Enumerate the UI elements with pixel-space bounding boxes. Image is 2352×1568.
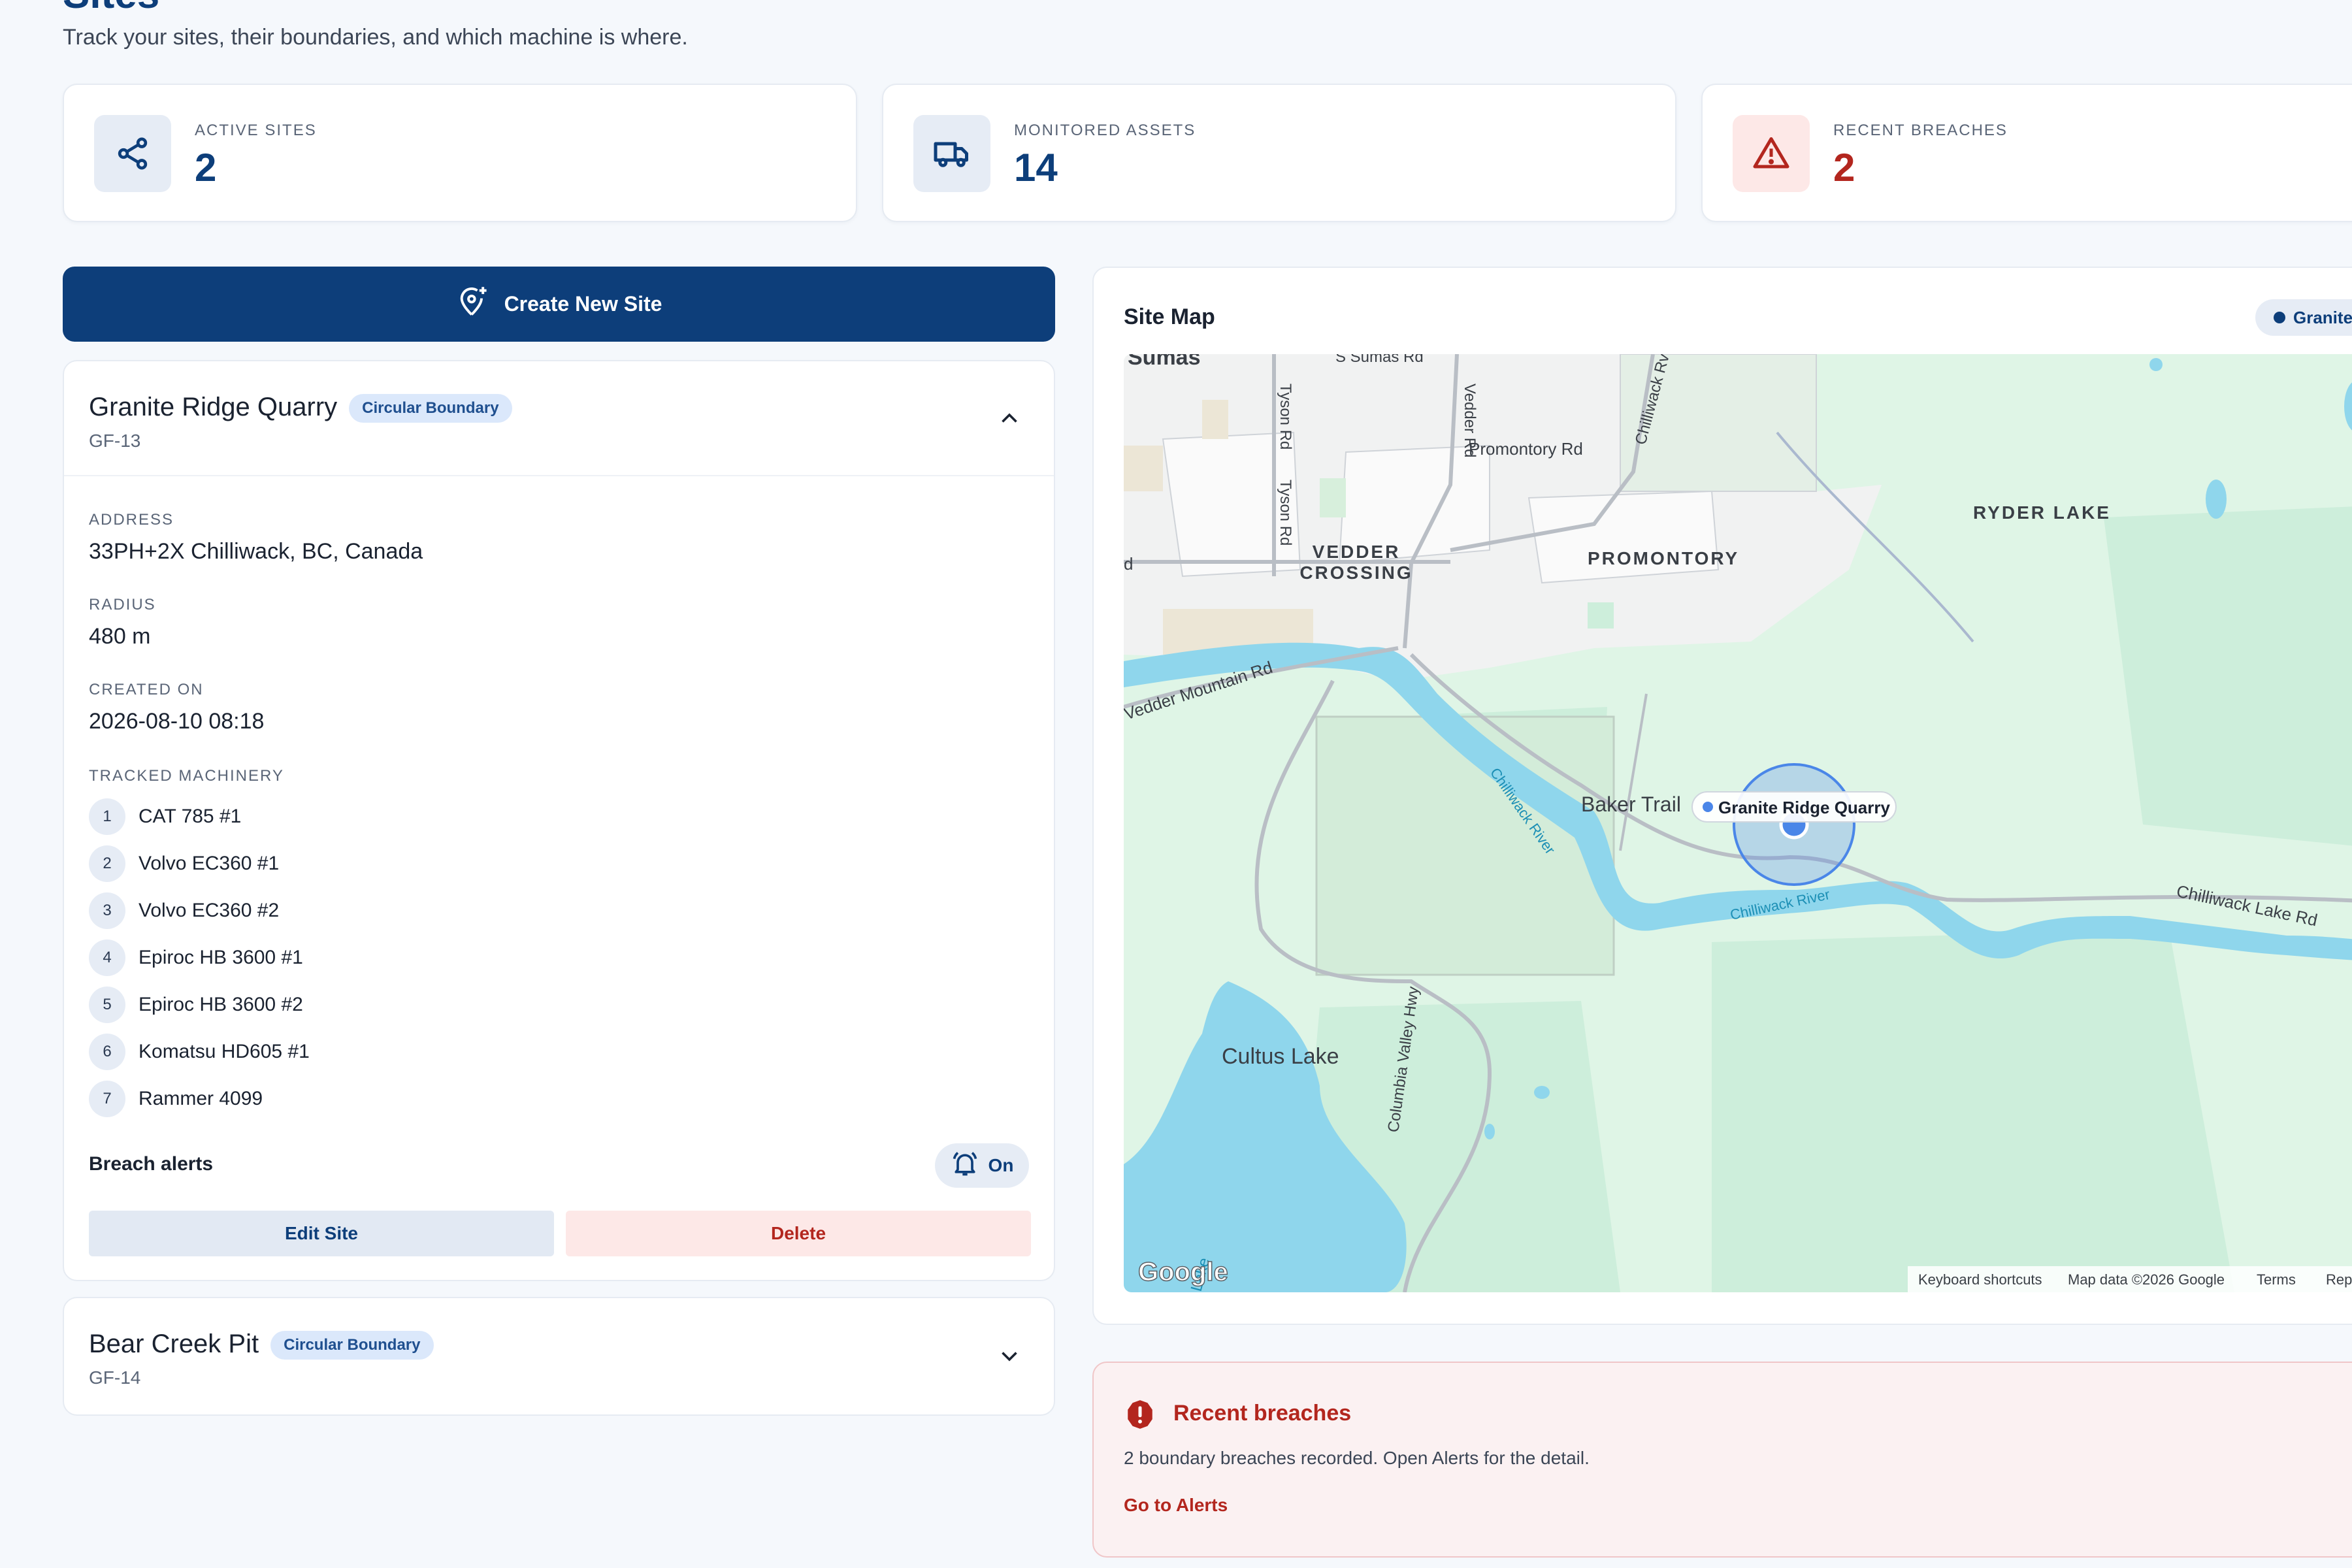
machinery-name: Rammer 4099 bbox=[139, 1088, 263, 1109]
site-dot-icon bbox=[2274, 312, 2285, 323]
site-card-bear-creek: Bear Creek Pit Circular Boundary GF-14 bbox=[63, 1297, 1055, 1416]
machinery-number: 4 bbox=[89, 939, 125, 976]
map-label-ryder-lake: RYDER LAKE bbox=[1973, 502, 2111, 523]
tracked-machinery-label: TRACKED MACHINERY bbox=[89, 767, 284, 785]
recent-breaches-text: 2 boundary breaches recorded. Open Alert… bbox=[1124, 1448, 1590, 1468]
edit-site-button[interactable]: Edit Site bbox=[89, 1211, 554, 1256]
machinery-name: Epiroc HB 3600 #2 bbox=[139, 994, 303, 1015]
stat-value: 14 bbox=[1014, 146, 1058, 189]
map-keyboard-shortcuts: Keyboard shortcuts bbox=[1918, 1271, 2042, 1288]
map-label-vedder-rd: Vedder Rd bbox=[1461, 384, 1478, 457]
network-icon bbox=[94, 115, 171, 192]
machinery-item: 1 CAT 785 #1 bbox=[89, 798, 241, 835]
map-marker-label: Granite Ridge Quarry bbox=[1691, 791, 1897, 823]
machinery-number: 6 bbox=[89, 1034, 125, 1070]
site-name-text: Bear Creek Pit bbox=[89, 1330, 259, 1358]
machinery-name: Epiroc HB 3600 #1 bbox=[139, 947, 303, 968]
machinery-item: 2 Volvo EC360 #1 bbox=[89, 845, 279, 882]
create-site-label: Create New Site bbox=[504, 292, 662, 316]
map-label-cultus-lake: Cultus Lake bbox=[1222, 1044, 1339, 1069]
site-name: Granite Ridge Quarry Circular Boundary bbox=[89, 393, 512, 423]
map-label-vedder-crossing-2: CROSSING bbox=[1299, 563, 1413, 583]
map-label-sumas: Sumas bbox=[1128, 354, 1201, 370]
create-site-button[interactable]: Create New Site bbox=[63, 267, 1055, 342]
stat-card-active-sites: ACTIVE SITES 2 bbox=[63, 84, 857, 222]
page-subtitle: Track your sites, their boundaries, and … bbox=[63, 25, 688, 50]
stat-value: 2 bbox=[195, 146, 217, 189]
machinery-name: CAT 785 #1 bbox=[139, 806, 242, 827]
delete-site-button[interactable]: Delete bbox=[566, 1211, 1031, 1256]
map-terms-link: Terms bbox=[2257, 1271, 2296, 1288]
boundary-type-chip: Circular Boundary bbox=[349, 394, 512, 423]
stat-label: RECENT BREACHES bbox=[1833, 122, 2008, 139]
machinery-number: 7 bbox=[89, 1081, 125, 1117]
map-data-credit: Map data ©2026 Google bbox=[2068, 1271, 2225, 1288]
machinery-item: 6 Komatsu HD605 #1 bbox=[89, 1034, 310, 1070]
machinery-name: Volvo EC360 #2 bbox=[139, 900, 280, 921]
site-name-text: Granite Ridge Quarry bbox=[89, 393, 338, 421]
site-card-header[interactable]: Granite Ridge Quarry Circular Boundary GF… bbox=[64, 361, 1054, 476]
site-code: GF-13 bbox=[89, 431, 141, 451]
truck-icon bbox=[913, 115, 990, 192]
go-to-alerts-link[interactable]: Go to Alerts bbox=[1124, 1495, 1228, 1516]
address-value: 33PH+2X Chilliwack, BC, Canada bbox=[89, 539, 423, 564]
site-name: Bear Creek Pit Circular Boundary bbox=[89, 1330, 434, 1360]
map-label-vedder-crossing-1: VEDDER bbox=[1313, 542, 1401, 562]
map-canvas[interactable]: Sumas S Sumas Rd d Promontory Rd VEDDER … bbox=[1124, 354, 2352, 1292]
recent-breaches-title: Recent breaches bbox=[1173, 1401, 1352, 1426]
map-label-tyson-rd-a: Tyson Rd bbox=[1277, 384, 1294, 449]
machinery-name: Volvo EC360 #1 bbox=[139, 853, 280, 874]
site-card-granite-ridge: Granite Ridge Quarry Circular Boundary GF… bbox=[63, 360, 1055, 1281]
breach-alerts-state: On bbox=[988, 1155, 1014, 1175]
machinery-number: 2 bbox=[89, 845, 125, 882]
map-label-s-sumas-rd: S Sumas Rd bbox=[1335, 354, 1424, 366]
map-label-tyson-rd-b: Tyson Rd bbox=[1277, 480, 1294, 546]
sites-page: Sites Track your sites, their boundaries… bbox=[0, 0, 2352, 1568]
map-site-pill-label: Granite bbox=[2293, 307, 2352, 327]
map-title: Site Map bbox=[1124, 304, 1215, 329]
machinery-number: 1 bbox=[89, 798, 125, 835]
alert-circle-icon bbox=[1124, 1398, 1156, 1434]
stat-label: MONITORED ASSETS bbox=[1014, 122, 1196, 139]
machinery-item: 5 Epiroc HB 3600 #2 bbox=[89, 987, 303, 1023]
stat-label: ACTIVE SITES bbox=[195, 122, 317, 139]
site-card-header[interactable]: Bear Creek Pit Circular Boundary GF-14 bbox=[64, 1298, 1054, 1413]
map-label-promontory: PROMONTORY bbox=[1588, 548, 1739, 568]
boundary-type-chip: Circular Boundary bbox=[270, 1331, 434, 1360]
map-site-pill[interactable]: Granite bbox=[2255, 299, 2352, 336]
machinery-number: 3 bbox=[89, 892, 125, 929]
warning-icon bbox=[1733, 115, 1810, 192]
chevron-up-icon[interactable] bbox=[995, 404, 1024, 433]
stat-card-monitored-assets: MONITORED ASSETS 14 bbox=[882, 84, 1676, 222]
machinery-item: 7 Rammer 4099 bbox=[89, 1081, 263, 1117]
map-label-d: d bbox=[1124, 554, 1133, 574]
radius-label: RADIUS bbox=[89, 596, 156, 613]
google-logo: Google bbox=[1138, 1258, 1228, 1286]
map-report-link: Rep bbox=[2326, 1271, 2352, 1288]
created-value: 2026-08-10 08:18 bbox=[89, 709, 265, 734]
breach-alerts-label: Breach alerts bbox=[89, 1153, 214, 1175]
map-label-baker-trail: Baker Trail bbox=[1581, 792, 1681, 816]
radius-value: 480 m bbox=[89, 624, 151, 649]
add-location-icon bbox=[456, 285, 490, 324]
site-map-card: Site Map Granite Sumas S Sumas Rd d Prom… bbox=[1092, 267, 2352, 1325]
bell-ring-icon bbox=[951, 1149, 979, 1183]
chevron-down-icon[interactable] bbox=[995, 1341, 1024, 1370]
machinery-item: 4 Epiroc HB 3600 #1 bbox=[89, 939, 303, 976]
machinery-number: 5 bbox=[89, 987, 125, 1023]
machinery-item: 3 Volvo EC360 #2 bbox=[89, 892, 279, 929]
breach-alerts-toggle[interactable]: On bbox=[935, 1143, 1029, 1188]
stat-card-recent-breaches: RECENT BREACHES 2 bbox=[1701, 84, 2352, 222]
map-marker-label-text: Granite Ridge Quarry bbox=[1718, 798, 1890, 817]
created-label: CREATED ON bbox=[89, 681, 204, 698]
stat-value: 2 bbox=[1833, 146, 1855, 189]
machinery-name: Komatsu HD605 #1 bbox=[139, 1041, 310, 1062]
map-label-promontory-rd: Promontory Rd bbox=[1469, 439, 1583, 459]
page-title: Sites bbox=[63, 0, 159, 18]
address-label: ADDRESS bbox=[89, 511, 174, 529]
site-code: GF-14 bbox=[89, 1367, 141, 1388]
recent-breaches-card: Recent breaches 2 boundary breaches reco… bbox=[1092, 1362, 2352, 1558]
